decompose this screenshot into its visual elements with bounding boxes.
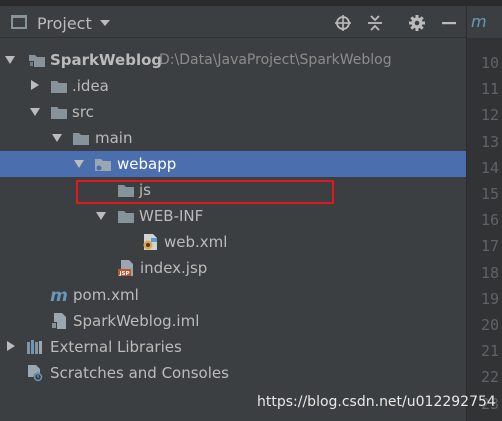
annotation-highlight-box: [76, 180, 334, 204]
tree-item-label: WEB-INF: [139, 207, 204, 225]
project-name: SparkWeblog: [50, 51, 163, 69]
folder-icon: [73, 133, 89, 145]
line-number: 21: [480, 342, 499, 361]
tree-item-web-xml[interactable]: web.xml: [0, 229, 466, 255]
libraries-icon: [27, 340, 42, 354]
tree-item-label: src: [72, 103, 94, 121]
tree-item-scratches[interactable]: Scratches and Consoles: [0, 360, 466, 386]
tree-item-label: External Libraries: [50, 338, 182, 356]
line-number: 17: [480, 237, 499, 256]
line-number: 11: [480, 80, 499, 99]
tree-item-label: pom.xml: [73, 286, 139, 304]
project-tool-window-header: Project: [0, 6, 466, 38]
jsp-file-icon: JSP: [118, 260, 133, 277]
expand-arrow-icon[interactable]: [30, 108, 40, 116]
editor-tab[interactable]: m: [467, 6, 502, 38]
project-tree: SparkWeblog D:\Data\JavaProject\SparkWeb…: [0, 47, 466, 421]
line-number: 13: [480, 132, 499, 151]
expand-arrow-icon[interactable]: [52, 134, 62, 142]
watermark-text: https://blog.csdn.net/u012292754: [257, 394, 496, 410]
tree-item-iml[interactable]: SparkWeblog.iml: [0, 308, 466, 334]
tree-item-label: SparkWeblog.iml: [73, 312, 200, 330]
tree-item-label: main: [95, 129, 133, 147]
tree-item-pom-xml[interactable]: m pom.xml: [0, 282, 466, 308]
tree-item-label: .idea: [72, 77, 109, 95]
tree-item-src[interactable]: src: [0, 99, 466, 125]
editor-gutter: m 10 11 12 13 14 15 16 17 18 19 20 21 22 23: [466, 6, 502, 421]
project-view-title[interactable]: Project: [37, 14, 92, 33]
line-number: 19: [480, 289, 499, 308]
expand-arrow-icon[interactable]: [96, 212, 106, 220]
expand-arrow-icon[interactable]: [74, 160, 84, 168]
line-number: 14: [480, 158, 499, 177]
tree-item-label: web.xml: [164, 233, 228, 251]
tree-item-index-jsp[interactable]: JSP index.jsp: [0, 255, 466, 281]
maven-icon: m: [50, 286, 68, 304]
view-dropdown-icon[interactable]: [100, 20, 110, 26]
folder-icon: [51, 107, 67, 119]
line-number: 12: [480, 106, 499, 125]
maven-tab-icon: m: [471, 12, 487, 31]
tree-item-label: index.jsp: [140, 259, 208, 277]
gear-icon[interactable]: [408, 14, 426, 32]
expand-arrow-icon[interactable]: [5, 56, 15, 64]
expand-arrow-icon[interactable]: [7, 341, 15, 351]
web-folder-icon: [95, 159, 111, 171]
module-file-icon: [51, 313, 66, 329]
module-folder-icon: [29, 55, 45, 67]
expand-arrow-icon[interactable]: [31, 80, 39, 90]
line-number: 16: [480, 211, 499, 230]
tree-item-webapp[interactable]: webapp: [0, 151, 466, 177]
project-view-icon: [11, 15, 27, 29]
line-number: 20: [480, 316, 499, 334]
project-path: D:\Data\JavaProject\SparkWeblog: [159, 52, 392, 68]
folder-icon: [118, 211, 134, 223]
line-number: 10: [480, 54, 499, 72]
tree-item-web-inf[interactable]: WEB-INF: [0, 203, 466, 229]
tree-item-main[interactable]: main: [0, 125, 466, 151]
collapse-icon[interactable]: [366, 14, 384, 32]
crosshair-icon[interactable]: [334, 14, 352, 32]
scratches-icon: [28, 365, 43, 382]
tree-item-label: webapp: [117, 155, 177, 173]
svg-text:JSP: JSP: [118, 271, 129, 277]
svg-text:m: m: [50, 286, 68, 304]
minimize-icon[interactable]: [440, 14, 458, 32]
tree-item-external-libraries[interactable]: External Libraries: [0, 334, 466, 360]
tree-item-sparkweblog[interactable]: SparkWeblog D:\Data\JavaProject\SparkWeb…: [0, 47, 466, 73]
line-number: 18: [480, 263, 499, 282]
line-number: 22: [480, 368, 499, 387]
folder-icon: [51, 81, 67, 93]
tree-item-idea[interactable]: .idea: [0, 73, 466, 99]
tree-item-label: Scratches and Consoles: [50, 364, 229, 382]
xml-file-icon: [143, 234, 157, 250]
line-number: 15: [480, 185, 499, 203]
